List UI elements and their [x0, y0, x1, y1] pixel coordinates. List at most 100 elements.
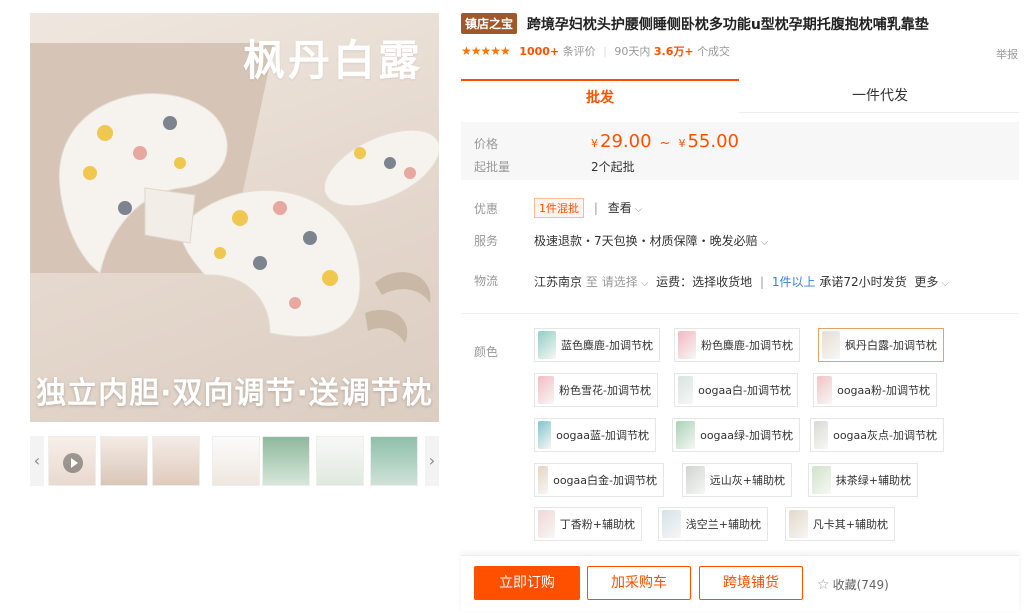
color-option[interactable]: 凡卡其+辅助枕: [785, 507, 895, 541]
color-option[interactable]: 枫丹白露-加调节枕: [818, 328, 944, 362]
color-option[interactable]: oogaa蓝-加调节枕: [534, 418, 656, 452]
color-option-label: 凡卡其+辅助枕: [812, 518, 888, 531]
promo-divider: |: [593, 201, 598, 215]
store-badge: 镇店之宝: [461, 13, 518, 34]
promo-row: 1件混批 | 查看 ⌵: [534, 198, 642, 218]
color-option-label: oogaa白-加调节枕: [698, 384, 791, 397]
color-option-label: oogaa蓝-加调节枕: [556, 429, 649, 442]
logistics-label: 物流: [474, 274, 499, 288]
tab-wholesale[interactable]: 批发: [461, 79, 739, 113]
image-brand-title: 枫丹白露: [242, 36, 423, 85]
purchase-mode-tabs: 批发 一件代发: [461, 79, 1019, 113]
logistics-more[interactable]: 更多: [914, 275, 938, 289]
color-option-image: [538, 376, 555, 404]
logistics-select[interactable]: 请选择: [602, 275, 638, 289]
color-option[interactable]: oogaa白金-加调节枕: [534, 463, 664, 497]
color-option-label: 浅空兰+辅助枕: [685, 518, 761, 531]
sales-period: 90天内: [614, 45, 651, 58]
promo-tag: 1件混批: [534, 198, 584, 218]
price-tilde: ~: [659, 136, 671, 151]
product-title: 跨境孕妇枕头护腰侧睡侧卧枕多功能u型枕孕期托腹抱枕哺乳靠垫: [526, 16, 929, 33]
thumbnail-6[interactable]: [316, 436, 364, 486]
color-option[interactable]: oogaa灰点-加调节枕: [810, 418, 944, 452]
color-option-label: 丁香粉+辅助枕: [559, 518, 635, 531]
logistics-divider: |: [759, 275, 765, 289]
cross-border-distribute-button[interactable]: 跨境铺货: [699, 566, 803, 600]
color-option-image: [822, 331, 841, 359]
color-option-image: [676, 421, 696, 449]
rating-stars-icon: ★★★★★: [461, 44, 511, 58]
favorite-label: 收藏(749): [832, 578, 889, 592]
color-option-label: 远山灰+辅助枕: [709, 474, 785, 487]
favorite-button[interactable]: ☆ 收藏(749): [817, 576, 889, 593]
thumbnail-strip: ‹ ›: [30, 436, 439, 486]
color-option-image: [814, 421, 829, 449]
moq-label: 起批量: [474, 160, 511, 174]
color-option[interactable]: oogaa绿-加调节枕: [672, 418, 800, 452]
color-option[interactable]: 粉色麋鹿-加调节枕: [674, 328, 800, 362]
price-range: ¥29.00 ~ ¥55.00: [591, 131, 739, 152]
service-row[interactable]: 极速退款・7天包换・材质保障・晚发必赔 ⌵: [534, 232, 768, 249]
add-to-cart-button[interactable]: 加采购车: [587, 566, 691, 600]
color-option-image: [538, 421, 552, 449]
thumbnail-5[interactable]: [262, 436, 310, 486]
color-option[interactable]: 抹茶绿+辅助枕: [808, 463, 918, 497]
chevron-down-icon: ⌵: [760, 237, 769, 248]
color-option-label: oogaa粉-加调节枕: [837, 384, 930, 397]
color-option[interactable]: 丁香粉+辅助枕: [534, 507, 642, 541]
color-option[interactable]: 远山灰+辅助枕: [682, 463, 792, 497]
service-label: 服务: [474, 234, 499, 248]
color-option[interactable]: oogaa粉-加调节枕: [813, 373, 937, 407]
thumbnail-7[interactable]: [370, 436, 418, 486]
color-option-image: [678, 331, 697, 359]
color-option-image: [812, 466, 831, 494]
chevron-left-icon[interactable]: ‹: [30, 436, 44, 486]
delivery-qty: 1件以上: [771, 275, 816, 289]
logistics-origin: 江苏南京: [534, 275, 583, 289]
chevron-down-icon: ⌵: [634, 204, 643, 215]
thumbnail-video[interactable]: [48, 436, 96, 486]
thumbnail-2[interactable]: [100, 436, 148, 486]
color-option[interactable]: 蓝色麋鹿-加调节枕: [534, 328, 660, 362]
section-divider: [461, 313, 1019, 314]
color-option-label: 抹茶绿+辅助枕: [835, 474, 911, 487]
image-slogan: 独立内胆·双向调节·送调节枕: [36, 376, 433, 411]
currency-symbol: ¥: [591, 137, 598, 150]
price-box: 价格 ¥29.00 ~ ¥55.00 起批量 2个起批: [461, 122, 1019, 180]
meta-divider: |: [603, 45, 607, 58]
thumbnail-4[interactable]: [212, 436, 260, 486]
play-icon: [63, 453, 83, 473]
color-option-label: 蓝色麋鹿-加调节枕: [561, 339, 653, 352]
logistics-to: 至: [585, 275, 598, 289]
product-title-row: 镇店之宝 跨境孕妇枕头护腰侧睡侧卧枕多功能u型枕孕期托腹抱枕哺乳靠垫: [461, 13, 1001, 35]
color-option[interactable]: 粉色雪花-加调节枕: [534, 373, 658, 407]
color-option-image: [538, 466, 549, 494]
color-option-label: 粉色雪花-加调节枕: [559, 384, 651, 397]
reviews-count[interactable]: 1000+: [519, 45, 559, 58]
promo-label: 优惠: [474, 202, 499, 216]
thumbnail-3[interactable]: [152, 436, 200, 486]
color-label: 颜色: [474, 345, 499, 359]
order-now-button[interactable]: 立即订购: [474, 566, 580, 600]
color-option-image: [789, 510, 808, 538]
color-option-label: oogaa白金-加调节枕: [553, 474, 657, 487]
color-option[interactable]: 浅空兰+辅助枕: [658, 507, 768, 541]
color-option-label: 枫丹白露-加调节枕: [845, 339, 937, 352]
tab-dropship[interactable]: 一件代发: [741, 79, 1019, 113]
color-option[interactable]: oogaa白-加调节枕: [674, 373, 798, 407]
color-option-label: oogaa绿-加调节枕: [700, 429, 793, 442]
color-option-label: oogaa灰点-加调节枕: [833, 429, 937, 442]
moq-value: 2个起批: [591, 160, 635, 174]
promo-view-link[interactable]: 查看: [608, 201, 632, 215]
freight-info: 运费：选择收货地: [656, 275, 753, 289]
chevron-right-icon[interactable]: ›: [425, 436, 439, 486]
delivery-promise: 承诺72小时发货: [819, 275, 907, 289]
product-meta: ★★★★★ 1000+ 条评价 | 90天内 3.6万+ 个成交: [461, 43, 1021, 59]
logistics-row: 江苏南京 至 请选择 ⌵ 运费：选择收货地 | 1件以上 承诺72小时发货 更多 ⌵: [534, 273, 949, 290]
service-value: 极速退款・7天包换・材质保障・晚发必赔: [534, 234, 758, 248]
report-link[interactable]: 举报: [996, 46, 1018, 62]
color-option-image: [817, 376, 833, 404]
sales-count: 3.6万+: [653, 45, 694, 58]
main-product-image[interactable]: 枫丹白露 独立内胆·双向调节·送调节枕: [30, 13, 439, 422]
color-option-image: [686, 466, 705, 494]
